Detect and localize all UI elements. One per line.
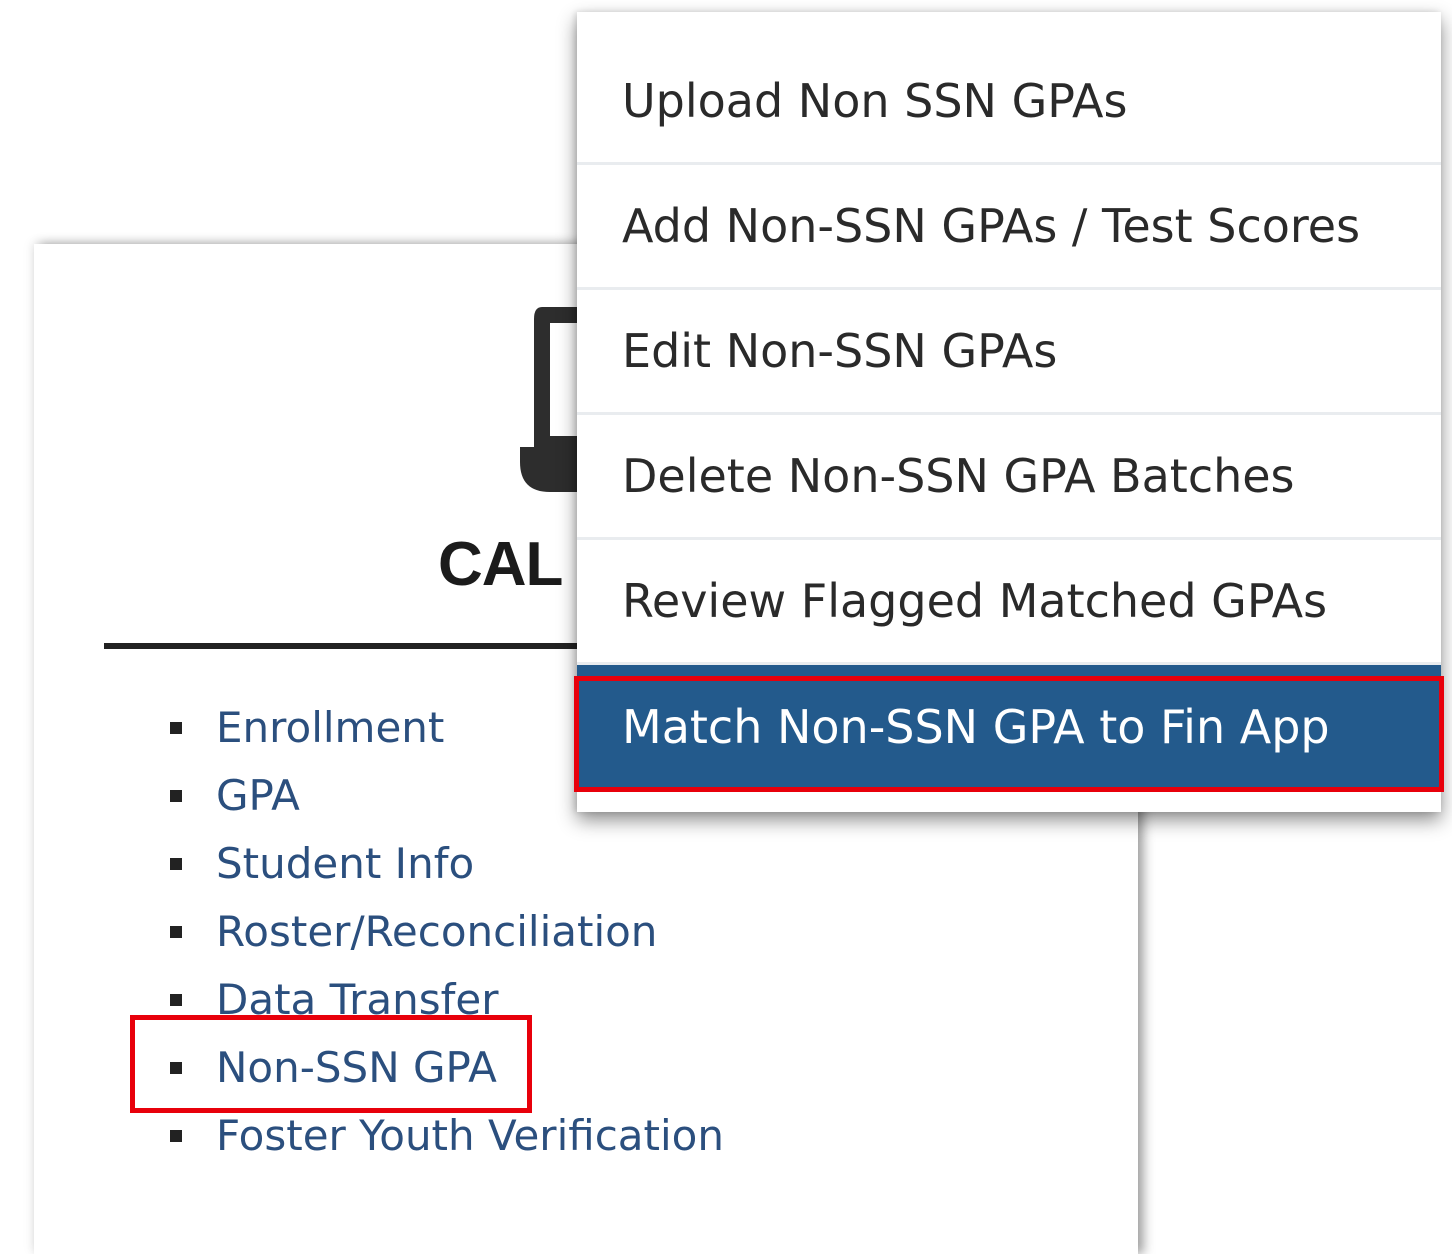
menu-item-upload-non-ssn-gpas[interactable]: Upload Non SSN GPAs [577, 12, 1441, 165]
nav-item-foster-youth-verification: Foster Youth Verification [34, 1102, 724, 1170]
nav-link-foster-youth-verification[interactable]: Foster Youth Verification [216, 1115, 724, 1157]
menu-item-match-non-ssn-gpa-to-fin-app[interactable]: Match Non-SSN GPA to Fin App [577, 665, 1441, 789]
bullet-icon [170, 994, 182, 1006]
menu-item-review-flagged-matched-gpas[interactable]: Review Flagged Matched GPAs [577, 540, 1441, 665]
nav-link-student-info[interactable]: Student Info [216, 843, 474, 885]
menu-item-add-non-ssn-gpas-test-scores[interactable]: Add Non-SSN GPAs / Test Scores [577, 165, 1441, 290]
bullet-icon [170, 1062, 182, 1074]
nav-item-non-ssn-gpa: Non-SSN GPA [34, 1034, 724, 1102]
nav-item-student-info: Student Info [34, 830, 724, 898]
page-title: CAL [438, 530, 563, 599]
nav-link-roster-reconciliation[interactable]: Roster/Reconciliation [216, 911, 657, 953]
menu-item-delete-non-ssn-gpa-batches[interactable]: Delete Non-SSN GPA Batches [577, 415, 1441, 540]
bullet-icon [170, 790, 182, 802]
menu-item-edit-non-ssn-gpas[interactable]: Edit Non-SSN GPAs [577, 290, 1441, 415]
non-ssn-gpa-dropdown-menu: Upload Non SSN GPAs Add Non-SSN GPAs / T… [577, 12, 1441, 812]
bullet-icon [170, 858, 182, 870]
bullet-icon [170, 1130, 182, 1142]
nav-link-enrollment[interactable]: Enrollment [216, 707, 444, 749]
nav-link-gpa[interactable]: GPA [216, 775, 300, 817]
nav-item-roster-reconciliation: Roster/Reconciliation [34, 898, 724, 966]
bullet-icon [170, 722, 182, 734]
nav-item-data-transfer: Data Transfer [34, 966, 724, 1034]
nav-link-non-ssn-gpa[interactable]: Non-SSN GPA [216, 1047, 497, 1089]
nav-link-data-transfer[interactable]: Data Transfer [216, 979, 499, 1021]
bullet-icon [170, 926, 182, 938]
